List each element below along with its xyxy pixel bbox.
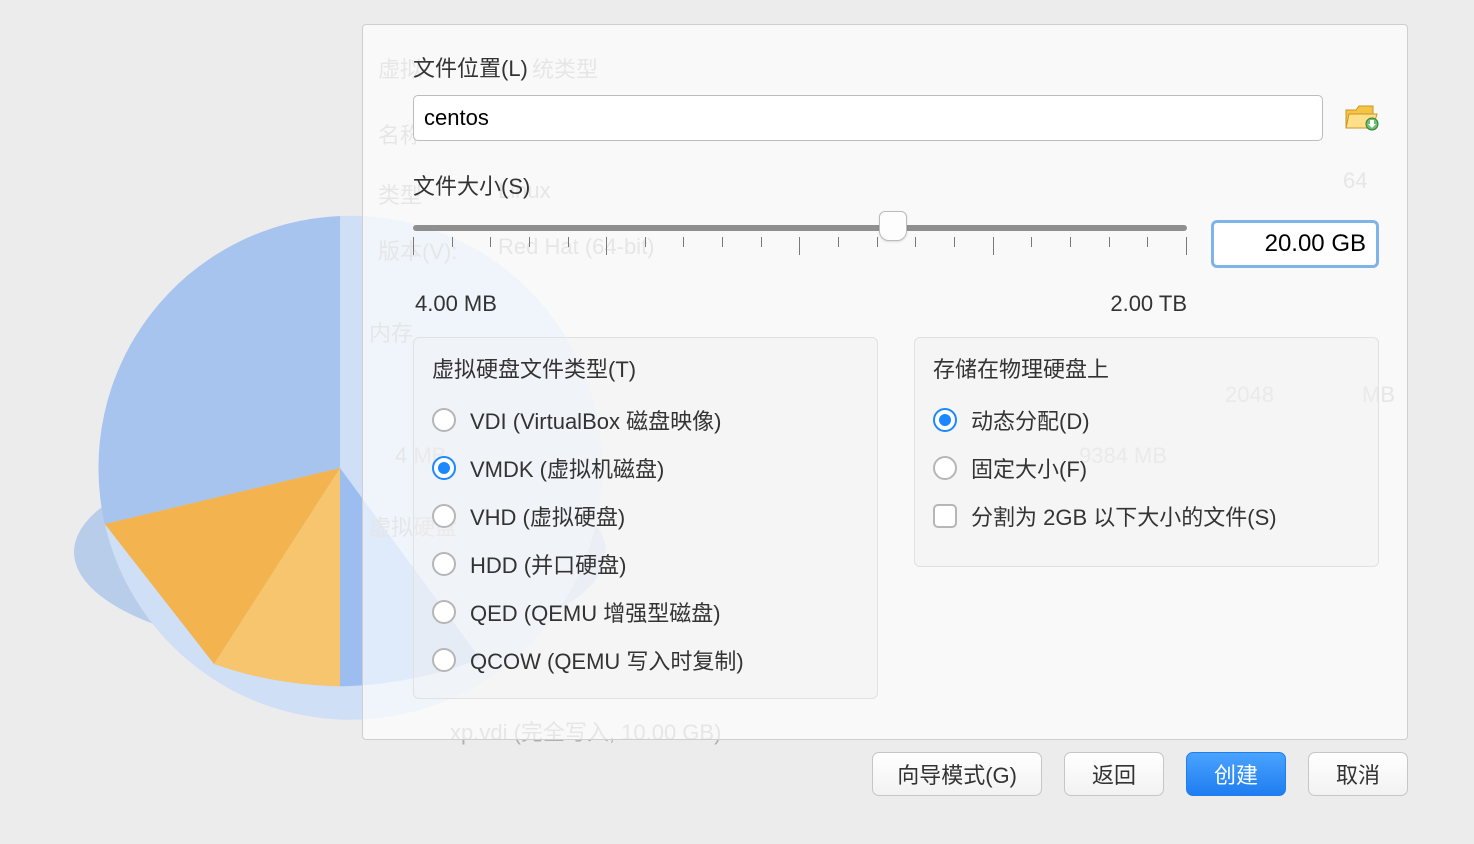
radio-icon [432, 504, 456, 528]
split-2gb-label: 分割为 2GB 以下大小的文件(S) [971, 500, 1277, 532]
disk-file-type-label: 虚拟硬盘文件类型(T) [414, 342, 877, 396]
storage-mode-label: 固定大小(F) [971, 452, 1087, 484]
disk-type-label: HDD (并口硬盘) [470, 548, 626, 580]
disk-type-label: VMDK (虚拟机磁盘) [470, 452, 664, 484]
disk-type-label: VDI (VirtualBox 磁盘映像) [470, 404, 721, 436]
checkbox-icon [933, 504, 957, 528]
file-size-slider[interactable] [413, 219, 1187, 269]
file-location-label: 文件位置(L) [413, 51, 1379, 83]
storage-mode-radio-0[interactable]: 动态分配(D) [933, 396, 1360, 444]
radio-icon [432, 600, 456, 624]
slider-min-label: 4.00 MB [415, 291, 497, 317]
back-button[interactable]: 返回 [1064, 752, 1164, 796]
disk-type-radio-0[interactable]: VDI (VirtualBox 磁盘映像) [432, 396, 859, 444]
file-size-label: 文件大小(S) [413, 169, 1379, 201]
browse-folder-button[interactable] [1343, 100, 1379, 136]
disk-type-label: VHD (虚拟硬盘) [470, 500, 625, 532]
folder-open-icon [1343, 100, 1379, 136]
storage-mode-radio-1[interactable]: 固定大小(F) [933, 444, 1360, 492]
file-size-input[interactable] [1211, 220, 1379, 268]
cancel-button[interactable]: 取消 [1308, 752, 1408, 796]
radio-icon [432, 408, 456, 432]
storage-group-label: 存储在物理硬盘上 [915, 342, 1378, 396]
storage-physical-group: 存储在物理硬盘上 动态分配(D) 固定大小(F) 分割为 2GB 以下大小的文件(… [914, 337, 1379, 567]
file-location-input[interactable] [413, 95, 1323, 141]
disk-type-radio-5[interactable]: QCOW (QEMU 写入时复制) [432, 636, 859, 684]
slider-max-label: 2.00 TB [1110, 291, 1187, 317]
disk-type-radio-2[interactable]: VHD (虚拟硬盘) [432, 492, 859, 540]
dialog-button-bar: 向导模式(G) 返回 创建 取消 [362, 752, 1438, 796]
radio-icon [432, 552, 456, 576]
radio-icon [933, 408, 957, 432]
disk-type-label: QED (QEMU 增强型磁盘) [470, 596, 721, 628]
create-disk-dialog: 文件位置(L) 文件大小(S) [362, 24, 1408, 740]
wizard-mode-button[interactable]: 向导模式(G) [872, 752, 1042, 796]
disk-type-radio-4[interactable]: QED (QEMU 增强型磁盘) [432, 588, 859, 636]
radio-icon [432, 648, 456, 672]
create-button[interactable]: 创建 [1186, 752, 1286, 796]
disk-file-type-group: 虚拟硬盘文件类型(T) VDI (VirtualBox 磁盘映像) VMDK (虚… [413, 337, 878, 699]
radio-icon [933, 456, 957, 480]
disk-type-radio-1[interactable]: VMDK (虚拟机磁盘) [432, 444, 859, 492]
disk-type-radio-3[interactable]: HDD (并口硬盘) [432, 540, 859, 588]
disk-type-label: QCOW (QEMU 写入时复制) [470, 644, 744, 676]
radio-icon [432, 456, 456, 480]
slider-thumb[interactable] [879, 211, 907, 241]
storage-mode-label: 动态分配(D) [971, 404, 1090, 436]
split-2gb-checkbox[interactable]: 分割为 2GB 以下大小的文件(S) [933, 492, 1360, 540]
